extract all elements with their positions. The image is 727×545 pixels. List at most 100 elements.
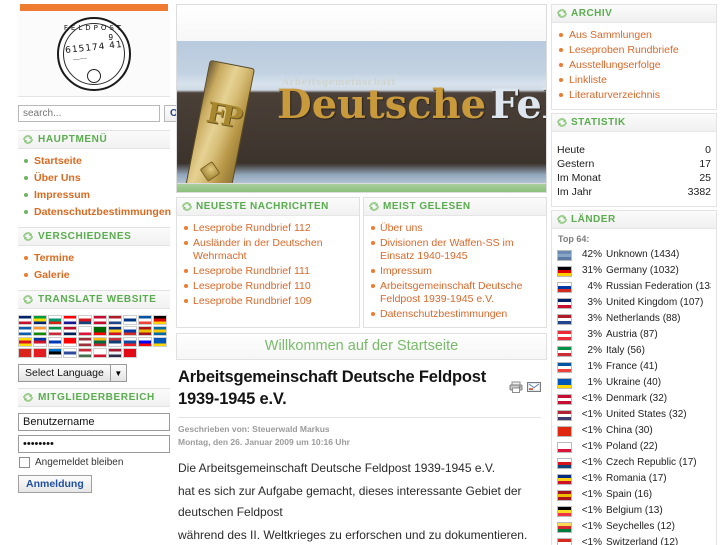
- flag-indonesia-icon[interactable]: [63, 337, 77, 347]
- bullet-icon: [559, 33, 563, 37]
- statistik-module: STATISTIK Heute 0 Gestern 17 Im Monat 25 Im…: [551, 113, 717, 207]
- flag-norway-icon[interactable]: [63, 326, 77, 336]
- list-item[interactable]: Ausländer in der Deutschen Wehrmacht: [181, 236, 355, 264]
- flag-lithuania-icon[interactable]: [93, 337, 107, 347]
- flag-croatia-icon[interactable]: [63, 315, 77, 325]
- refresh-swirl-icon: [22, 134, 34, 145]
- list-item[interactable]: Leseprobe Rundbrief 110: [181, 279, 355, 294]
- flag-italy-icon[interactable]: [48, 326, 62, 336]
- bullet-icon: [559, 93, 563, 97]
- stat-value: 25: [699, 172, 711, 184]
- login-form[interactable]: Angemeldet bleiben Anmeldung: [18, 411, 170, 499]
- flag-united-kingdom-icon[interactable]: [18, 315, 32, 325]
- flag-latvia-icon[interactable]: [78, 337, 92, 347]
- list-item[interactable]: Aus Sammlungen: [557, 28, 711, 43]
- select-language-dropdown[interactable]: Select Language ▼: [18, 364, 127, 382]
- sidebar-item-startseite[interactable]: Startseite: [18, 153, 170, 170]
- printer-icon[interactable]: [509, 380, 523, 393]
- sidebar-item-label: Galerie: [34, 269, 70, 281]
- flag-russian-federation-icon[interactable]: [123, 326, 137, 336]
- list-item: 3% Netherlands (88): [557, 311, 711, 327]
- flag-brazil-icon[interactable]: [33, 315, 47, 325]
- search-form[interactable]: OK: [18, 105, 191, 122]
- list-item[interactable]: Leseprobe Rundbrief 112: [181, 221, 355, 236]
- country-flag-icon: [557, 249, 572, 261]
- verschiedenes-body: Termine Galerie: [18, 246, 170, 290]
- flag-czech-republic-icon[interactable]: [78, 315, 92, 325]
- sidebar-item-ueber-uns[interactable]: Über Uns: [18, 170, 170, 187]
- sidebar-item-label: Über Uns: [34, 172, 81, 184]
- flag-greece-icon[interactable]: [18, 326, 32, 336]
- sidebar-item-datenschutz[interactable]: Datenschutzbestimmungen: [18, 204, 171, 221]
- list-item[interactable]: Linkliste: [557, 73, 711, 88]
- bullet-icon: [184, 241, 188, 245]
- flag-ukraine-icon[interactable]: [153, 337, 167, 347]
- flag-india-icon[interactable]: [33, 326, 47, 336]
- flag-romania-icon[interactable]: [108, 326, 122, 336]
- list-item[interactable]: Divisionen der Waffen-SS im Einsatz 1940…: [368, 236, 542, 264]
- flag-poland-icon[interactable]: [78, 326, 92, 336]
- flag-netherlands-icon[interactable]: [108, 315, 122, 325]
- list-item-label: Linkliste: [569, 74, 607, 86]
- sidebar-item-termine[interactable]: Termine: [18, 250, 170, 267]
- article-tools[interactable]: [509, 380, 541, 393]
- flag-israel-icon[interactable]: [48, 337, 62, 347]
- flag-turkey-icon[interactable]: [123, 348, 137, 358]
- flag-vietnam-icon[interactable]: [18, 348, 32, 358]
- flag-slovenia-icon[interactable]: [138, 337, 152, 347]
- stamp-top-text: FELDPOST: [63, 23, 125, 32]
- list-item[interactable]: Leseproben Rundbriefe: [557, 43, 711, 58]
- list-item[interactable]: Leseprobe Rundbrief 109: [181, 294, 355, 309]
- flag-thailand-icon[interactable]: [108, 348, 122, 358]
- flag-germany-icon[interactable]: [153, 315, 167, 325]
- flag-catalonia-icon[interactable]: [18, 337, 32, 347]
- list-item[interactable]: Leseprobe Rundbrief 111: [181, 264, 355, 279]
- flag-finland-alt-icon[interactable]: [63, 348, 77, 358]
- country-flag-icon: [557, 329, 572, 341]
- epaulette-monogram: FP: [203, 95, 241, 134]
- remember-me-row[interactable]: Angemeldet bleiben: [19, 457, 170, 468]
- flag-sweden-icon[interactable]: [153, 326, 167, 336]
- list-item: 1% France (41): [557, 359, 711, 375]
- flag-portugal-icon[interactable]: [93, 326, 107, 336]
- login-button[interactable]: Anmeldung: [18, 475, 92, 493]
- flag-estonia-icon[interactable]: [48, 348, 62, 358]
- flag-slovakia-icon[interactable]: [123, 337, 137, 347]
- list-item[interactable]: Über uns: [368, 221, 542, 236]
- archiv-module: ARCHIV Aus Sammlungen Leseproben Rundbri…: [551, 4, 717, 110]
- refresh-swirl-icon: [22, 294, 34, 305]
- password-field[interactable]: [18, 435, 170, 453]
- flag-serbia-icon[interactable]: [108, 337, 122, 347]
- flag-albania-icon[interactable]: [33, 348, 47, 358]
- flag-spain-icon[interactable]: [138, 326, 152, 336]
- flag-bulgaria-icon[interactable]: [48, 315, 62, 325]
- list-item[interactable]: Datenschutzbestimmungen: [368, 307, 542, 322]
- country-name: Ukraine (40): [606, 377, 662, 388]
- sidebar-item-impressum[interactable]: Impressum: [18, 187, 170, 204]
- flag-finland-icon[interactable]: [123, 315, 137, 325]
- language-flag-grid[interactable]: [18, 315, 174, 358]
- sidebar-item-galerie[interactable]: Galerie: [18, 267, 170, 284]
- verschiedenes-title: VERSCHIEDENES: [38, 231, 132, 242]
- search-input[interactable]: [18, 105, 160, 122]
- banner-title-part2: Feldpost: [490, 81, 546, 128]
- flag-philippines-icon[interactable]: [33, 337, 47, 347]
- flag-hungary-icon[interactable]: [78, 348, 92, 358]
- email-icon[interactable]: [527, 380, 541, 392]
- country-flag-icon: [557, 425, 572, 437]
- archiv-body: Aus Sammlungen Leseproben Rundbriefe Aus…: [552, 23, 716, 109]
- statistik-table: Heute 0 Gestern 17 Im Monat 25 Im Jahr 3382: [557, 144, 711, 200]
- remember-me-checkbox[interactable]: [19, 457, 30, 468]
- list-item[interactable]: Impressum: [368, 264, 542, 279]
- list-item[interactable]: Ausstellungserfolge: [557, 58, 711, 73]
- site-logo[interactable]: FELDPOST 9 615174 41 ~~~~: [18, 11, 170, 97]
- country-name: Seychelles (12): [606, 521, 675, 532]
- hauptmenu-list: Startseite Über Uns Impressum Datenschut…: [18, 153, 171, 221]
- flag-malta-icon[interactable]: [93, 348, 107, 358]
- flag-denmark-icon[interactable]: [93, 315, 107, 325]
- list-item[interactable]: Literaturverzeichnis: [557, 88, 711, 103]
- username-field[interactable]: [18, 413, 170, 431]
- flag-france-icon[interactable]: [138, 315, 152, 325]
- list-item[interactable]: Arbeitsgemeinschaft Deutsche Feldpost 19…: [368, 279, 542, 307]
- laender-module: LÄNDER Top 64: 42% Unknown (1434) 31% Germa…: [551, 210, 717, 545]
